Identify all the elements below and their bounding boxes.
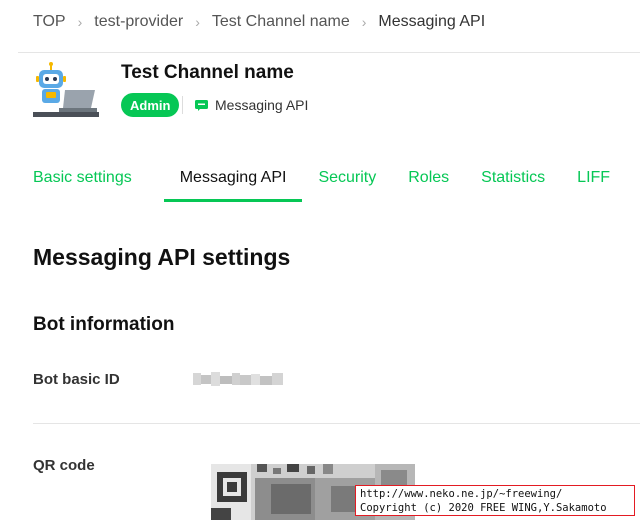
tab-statistics[interactable]: Statistics — [481, 156, 545, 200]
chevron-right-icon: › — [361, 14, 367, 30]
tab-roles[interactable]: Roles — [408, 156, 449, 200]
chat-bubble-icon — [195, 99, 208, 111]
tab-messaging-api[interactable]: Messaging API — [163, 156, 303, 202]
breadcrumb: TOP › test-provider › Test Channel name … — [33, 11, 485, 33]
channel-type: Messaging API — [195, 96, 308, 114]
breadcrumb-item-top[interactable]: TOP — [33, 13, 66, 31]
header-divider — [18, 52, 640, 53]
badge-separator — [182, 96, 183, 114]
breadcrumb-item-channel[interactable]: Test Channel name — [212, 13, 350, 31]
section-divider — [33, 423, 640, 424]
bot-basic-id-value — [193, 370, 283, 388]
channel-type-label: Messaging API — [215, 97, 309, 113]
watermark-url: http://www.neko.ne.jp/~freewing/ — [360, 488, 563, 500]
section-title-bot-information: Bot information — [33, 314, 175, 335]
tab-basic-settings[interactable]: Basic settings — [17, 156, 148, 200]
bot-basic-id-label: Bot basic ID — [33, 371, 120, 388]
role-badge: Admin — [121, 93, 180, 117]
channel-name: Test Channel name — [121, 62, 294, 83]
settings-tabs: Basic settings Messaging API Security Ro… — [33, 156, 610, 202]
chevron-right-icon: › — [77, 14, 83, 30]
tab-security[interactable]: Security — [318, 156, 376, 200]
blurred-id-image — [193, 372, 283, 386]
qr-code-label: QR code — [33, 457, 95, 474]
copyright-watermark: http://www.neko.ne.jp/~freewing/ Copyrig… — [355, 485, 635, 516]
page-title: Messaging API settings — [33, 244, 291, 270]
tab-liff[interactable]: LIFF — [577, 156, 610, 200]
robot-icon — [33, 62, 99, 117]
breadcrumb-item-current: Messaging API — [378, 13, 486, 30]
channel-avatar — [33, 62, 99, 118]
chevron-right-icon: › — [195, 14, 200, 30]
watermark-copyright: Copyright (c) 2020 FREE WING,Y.Sakamoto — [360, 502, 607, 514]
breadcrumb-item-provider[interactable]: test-provider — [94, 13, 183, 31]
